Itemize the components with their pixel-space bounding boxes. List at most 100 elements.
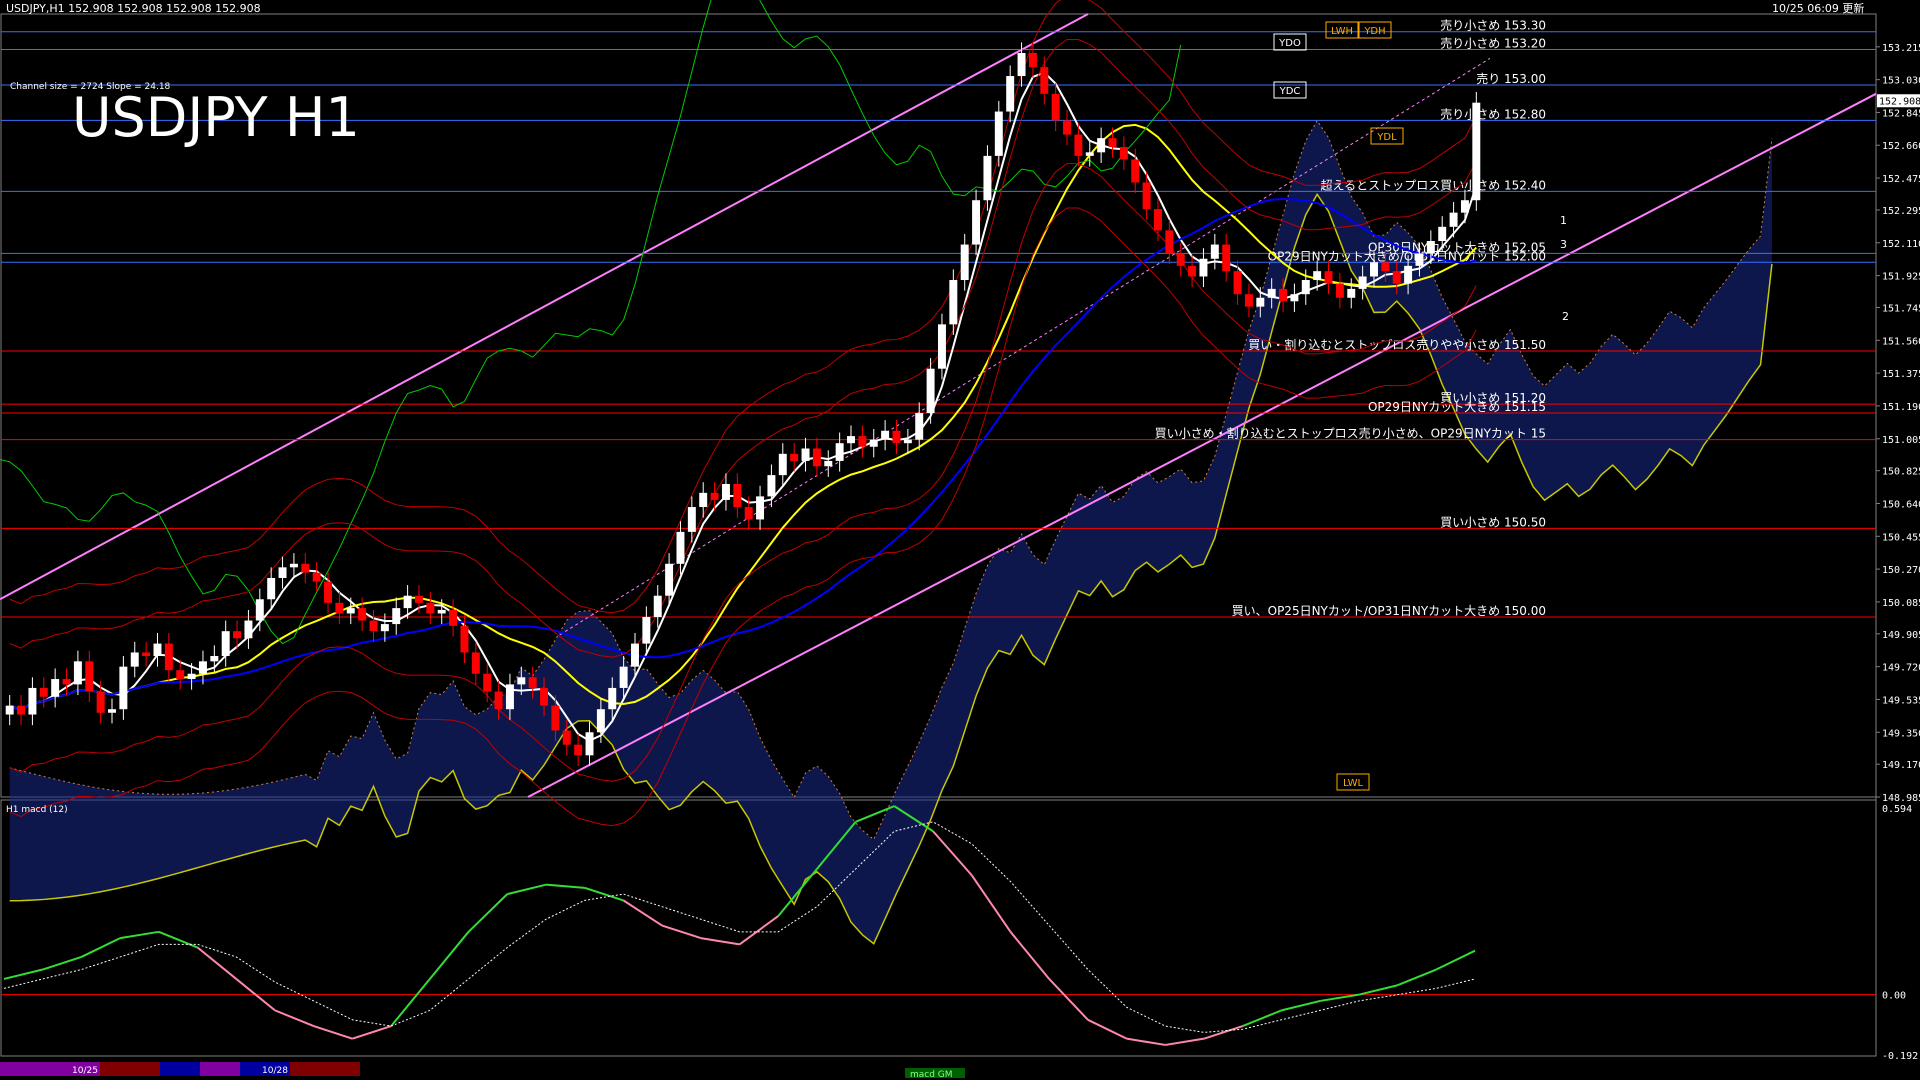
candle-body [517, 677, 526, 685]
candle-body [62, 679, 71, 685]
candle-body [96, 691, 105, 713]
fib-mark: 1 [1560, 214, 1567, 227]
candle-body [51, 679, 60, 697]
macd-tick-label: 0.594 [1882, 804, 1912, 815]
candle-body [460, 625, 469, 653]
candle-body [596, 709, 605, 733]
candle-body [267, 577, 276, 600]
candle-body [926, 368, 935, 414]
candle-body [1210, 244, 1219, 259]
candle-body [847, 436, 855, 444]
marker-ydh: YDH [1363, 26, 1385, 37]
candle-body [1313, 271, 1322, 281]
candle-body [801, 448, 810, 461]
candle-body [676, 531, 685, 564]
price-tick-label: 150.270 [1882, 565, 1920, 576]
candle-body [426, 602, 435, 614]
candle-body [346, 608, 355, 614]
candle-body [312, 572, 321, 582]
candle-body [73, 661, 82, 685]
candle-body [1063, 120, 1072, 135]
candle-body [540, 687, 549, 706]
level-label: 売り小さめ 153.30 [1440, 18, 1546, 33]
candle-body [130, 652, 139, 667]
candle-body [562, 730, 571, 745]
candle-body [1472, 102, 1481, 201]
price-tick-label: 152.295 [1882, 206, 1920, 217]
candle-body [1222, 244, 1231, 272]
candle-body [233, 631, 242, 639]
candle-body [164, 643, 173, 671]
candle-body [28, 687, 37, 715]
candle-body [324, 581, 333, 603]
price-tick-label: 149.720 [1882, 663, 1920, 674]
candle-body [437, 609, 446, 614]
price-tick-label: 152.660 [1882, 141, 1920, 152]
price-tick-label: 153.215 [1882, 43, 1920, 54]
candle-body [1188, 265, 1197, 277]
candle-body [835, 443, 844, 461]
candle-body [733, 483, 742, 508]
candle-body [187, 673, 196, 680]
current-price-label: 152.908 [1879, 96, 1920, 107]
candle-body [198, 661, 207, 674]
symbol-info: USDJPY,H1 152.908 152.908 152.908 152.90… [6, 2, 261, 15]
candle-body [631, 643, 639, 667]
candle-body [1256, 297, 1265, 307]
candle-body [687, 507, 696, 532]
price-tick-label: 151.005 [1882, 435, 1920, 446]
timestamp: 10/25 06:09 更新 [1772, 1, 1864, 15]
marker-ydl: YDL [1376, 132, 1397, 143]
candle-body [335, 602, 344, 614]
marker-lwh: LWH [1331, 26, 1353, 37]
candle-body [915, 413, 924, 440]
price-tick-label: 152.475 [1882, 174, 1920, 185]
candle-body [756, 496, 765, 520]
candle-body [642, 616, 651, 644]
level-label: 買い、OP25日NYカット/OP31日NYカット大きめ 150.00 [1232, 604, 1546, 618]
candle-body [494, 691, 503, 710]
price-tick-label: 149.535 [1882, 695, 1920, 706]
marker-ydo: YDO [1278, 38, 1301, 49]
candle-body [1199, 258, 1208, 277]
price-tick-label: 151.925 [1882, 272, 1920, 283]
price-tick-label: 149.350 [1882, 728, 1920, 739]
candle-body [1119, 147, 1128, 160]
candle-body [574, 744, 583, 756]
price-tick-label: 151.745 [1882, 304, 1920, 315]
level-label: 買い・割り込むとストップロス売りやや小さめ 151.50 [1248, 337, 1546, 352]
candle-body [653, 595, 662, 617]
candle-body [1142, 182, 1151, 210]
candle-body [972, 200, 981, 245]
candle-body [710, 492, 719, 500]
candle-body [903, 439, 912, 444]
chart-canvas: 売り小さめ 153.30 売り小さめ 153.20 売り 153.00 売り小さめ 1… [0, 0, 1920, 1080]
candle-body [790, 453, 799, 461]
candle-body [1017, 53, 1026, 77]
big-title: USDJPY H1 [72, 86, 360, 149]
level-label: 売り 153.00 [1476, 71, 1546, 86]
candle-body [665, 563, 674, 596]
candle-body [255, 599, 264, 621]
candle-body [153, 643, 162, 657]
price-tick-label: 151.375 [1882, 369, 1920, 380]
candle-body [858, 436, 867, 447]
level-label: 売り小さめ 152.80 [1440, 106, 1546, 121]
candle-body [892, 430, 901, 444]
candle-body [812, 448, 821, 467]
fib-mark: 2 [1562, 310, 1569, 323]
candle-body [5, 705, 14, 715]
marker-ydc: YDC [1279, 86, 1301, 97]
candle-body [585, 732, 594, 756]
price-tick-label: 152.845 [1882, 108, 1920, 119]
candle-body [301, 563, 310, 573]
candle-body [1392, 271, 1401, 284]
candle-body [1370, 262, 1378, 277]
candle-body [1051, 93, 1060, 121]
candle-body [1279, 288, 1288, 302]
candle-body [960, 244, 969, 281]
candle-body [380, 624, 389, 632]
level-label: 買い小さめ・割り込むとストップロス売り小さめ、OP29日NYカット 15 [1155, 426, 1546, 441]
candle-body [881, 430, 890, 440]
candle-body [1074, 134, 1083, 156]
